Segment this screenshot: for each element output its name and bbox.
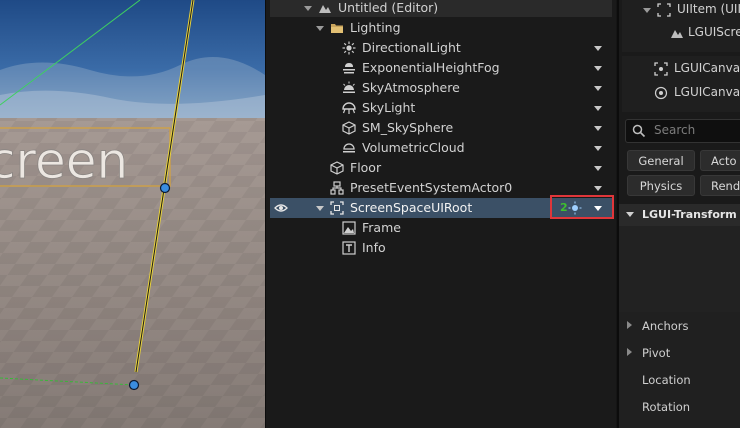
prop-location[interactable]: Location	[642, 373, 691, 387]
outliner-row-actor[interactable]: VolumetricCloud	[270, 138, 612, 158]
expand-arrow-icon[interactable]	[627, 321, 632, 329]
filter-physics-button[interactable]: Physics	[627, 175, 695, 196]
section-header[interactable]: LGUI-Transform	[619, 204, 740, 226]
directional-light-icon	[342, 41, 356, 55]
row-label: Floor	[350, 160, 382, 175]
row-options-dropdown[interactable]	[594, 206, 602, 211]
canvas-icon	[654, 62, 668, 76]
filter-actor-button[interactable]: Acto	[700, 150, 740, 171]
outliner-row-actor[interactable]: ExponentialHeightFog	[270, 58, 612, 78]
expand-arrow-icon[interactable]	[316, 26, 324, 31]
outliner-row-actor[interactable]: Frame	[270, 218, 612, 238]
row-options-dropdown[interactable]	[594, 146, 602, 151]
search-placeholder: Search	[654, 123, 696, 137]
visibility-eye-icon[interactable]	[274, 201, 288, 215]
component-label[interactable]: LGUICanva	[674, 61, 740, 75]
pivot-handle[interactable]	[128, 379, 140, 391]
row-label: SkyLight	[362, 100, 416, 115]
row-options-dropdown[interactable]	[594, 66, 602, 71]
viewport-canvas-text: creen	[0, 132, 128, 190]
row-options-dropdown[interactable]	[594, 86, 602, 91]
outliner-row-actor[interactable]: SM_SkySphere	[270, 118, 612, 138]
component-tree: UIItem (UII LGUIScre	[622, 0, 740, 52]
prop-anchors[interactable]: Anchors	[642, 319, 689, 333]
height-fog-icon	[342, 61, 356, 75]
expand-arrow-icon[interactable]	[316, 206, 324, 211]
property-list: Anchors Pivot Location Rotation	[619, 312, 740, 428]
prop-pivot[interactable]: Pivot	[642, 346, 670, 360]
row-options-dropdown[interactable]	[594, 106, 602, 111]
outliner-row-actor[interactable]: SkyLight	[270, 98, 612, 118]
outliner-row-actor[interactable]: DirectionalLight	[270, 38, 612, 58]
lgui-component-icon	[568, 201, 582, 215]
row-label: SM_SkySphere	[362, 120, 454, 135]
row-label: ScreenSpaceUIRoot	[350, 200, 473, 215]
section-title: LGUI-Transform	[642, 208, 737, 221]
expand-arrow-icon[interactable]	[626, 212, 634, 217]
outliner-row-selected[interactable]: ScreenSpaceUIRoot 2	[270, 195, 614, 219]
component-label[interactable]: UIItem (UII	[677, 2, 740, 16]
outliner-row-actor[interactable]: SkyAtmosphere	[270, 78, 612, 98]
viewport-scene: creen	[0, 0, 265, 428]
expand-arrow-icon[interactable]	[627, 348, 632, 356]
search-box[interactable]: Search	[625, 119, 740, 143]
component-label[interactable]: LGUIScre	[688, 25, 740, 39]
row-label: ExponentialHeightFog	[362, 60, 500, 75]
sky-atmosphere-icon	[342, 81, 356, 95]
row-label: VolumetricCloud	[362, 140, 465, 155]
level-icon	[318, 1, 332, 15]
row-label: Untitled (Editor)	[338, 0, 439, 15]
details-panel: UIItem (UII LGUIScre LGUICanva LGUICanva…	[617, 0, 740, 428]
text-icon	[342, 241, 356, 255]
row-label: DirectionalLight	[362, 40, 461, 55]
child-count-badge: 2	[560, 201, 568, 214]
cloud-icon	[342, 141, 356, 155]
outliner-row-actor[interactable]: Floor	[270, 158, 612, 178]
skylight-icon	[342, 101, 356, 115]
static-mesh-icon	[330, 161, 344, 175]
folder-icon	[330, 21, 344, 35]
search-icon	[632, 124, 646, 138]
outliner-row-folder[interactable]: Lighting	[270, 18, 612, 38]
ui-item-icon	[657, 3, 671, 17]
row-label: Lighting	[350, 20, 401, 35]
lgui-screen-icon	[670, 26, 684, 40]
filter-rendering-button[interactable]: Rend	[700, 175, 740, 196]
ui-root-icon	[330, 201, 344, 215]
row-options-dropdown[interactable]	[594, 166, 602, 171]
image-icon	[342, 221, 356, 235]
component-list: LGUICanva LGUICanva	[622, 56, 740, 112]
row-options-dropdown[interactable]	[594, 186, 602, 191]
row-label: Info	[362, 240, 386, 255]
level-viewport[interactable]: creen	[0, 0, 265, 428]
actor-icon	[330, 181, 344, 195]
row-options-dropdown[interactable]	[594, 126, 602, 131]
canvas-scaler-icon	[654, 86, 668, 100]
component-label[interactable]: LGUICanva	[674, 85, 740, 99]
outliner-row-actor[interactable]: Info	[270, 238, 612, 258]
expand-arrow-icon[interactable]	[304, 6, 312, 11]
expand-arrow-icon[interactable]	[643, 8, 651, 13]
outliner-row-level[interactable]: Untitled (Editor)	[270, 0, 612, 18]
row-options-dropdown[interactable]	[594, 46, 602, 51]
section-body	[619, 226, 740, 312]
anchor-handle[interactable]	[159, 182, 171, 194]
row-label: Frame	[362, 220, 401, 235]
static-mesh-icon	[342, 121, 356, 135]
prop-rotation[interactable]: Rotation	[642, 400, 690, 414]
world-outliner: Untitled (Editor) Lighting DirectionalLi…	[265, 0, 616, 428]
row-label: SkyAtmosphere	[362, 80, 460, 95]
row-label: PresetEventSystemActor0	[350, 180, 513, 195]
filter-general-button[interactable]: General	[627, 150, 695, 171]
